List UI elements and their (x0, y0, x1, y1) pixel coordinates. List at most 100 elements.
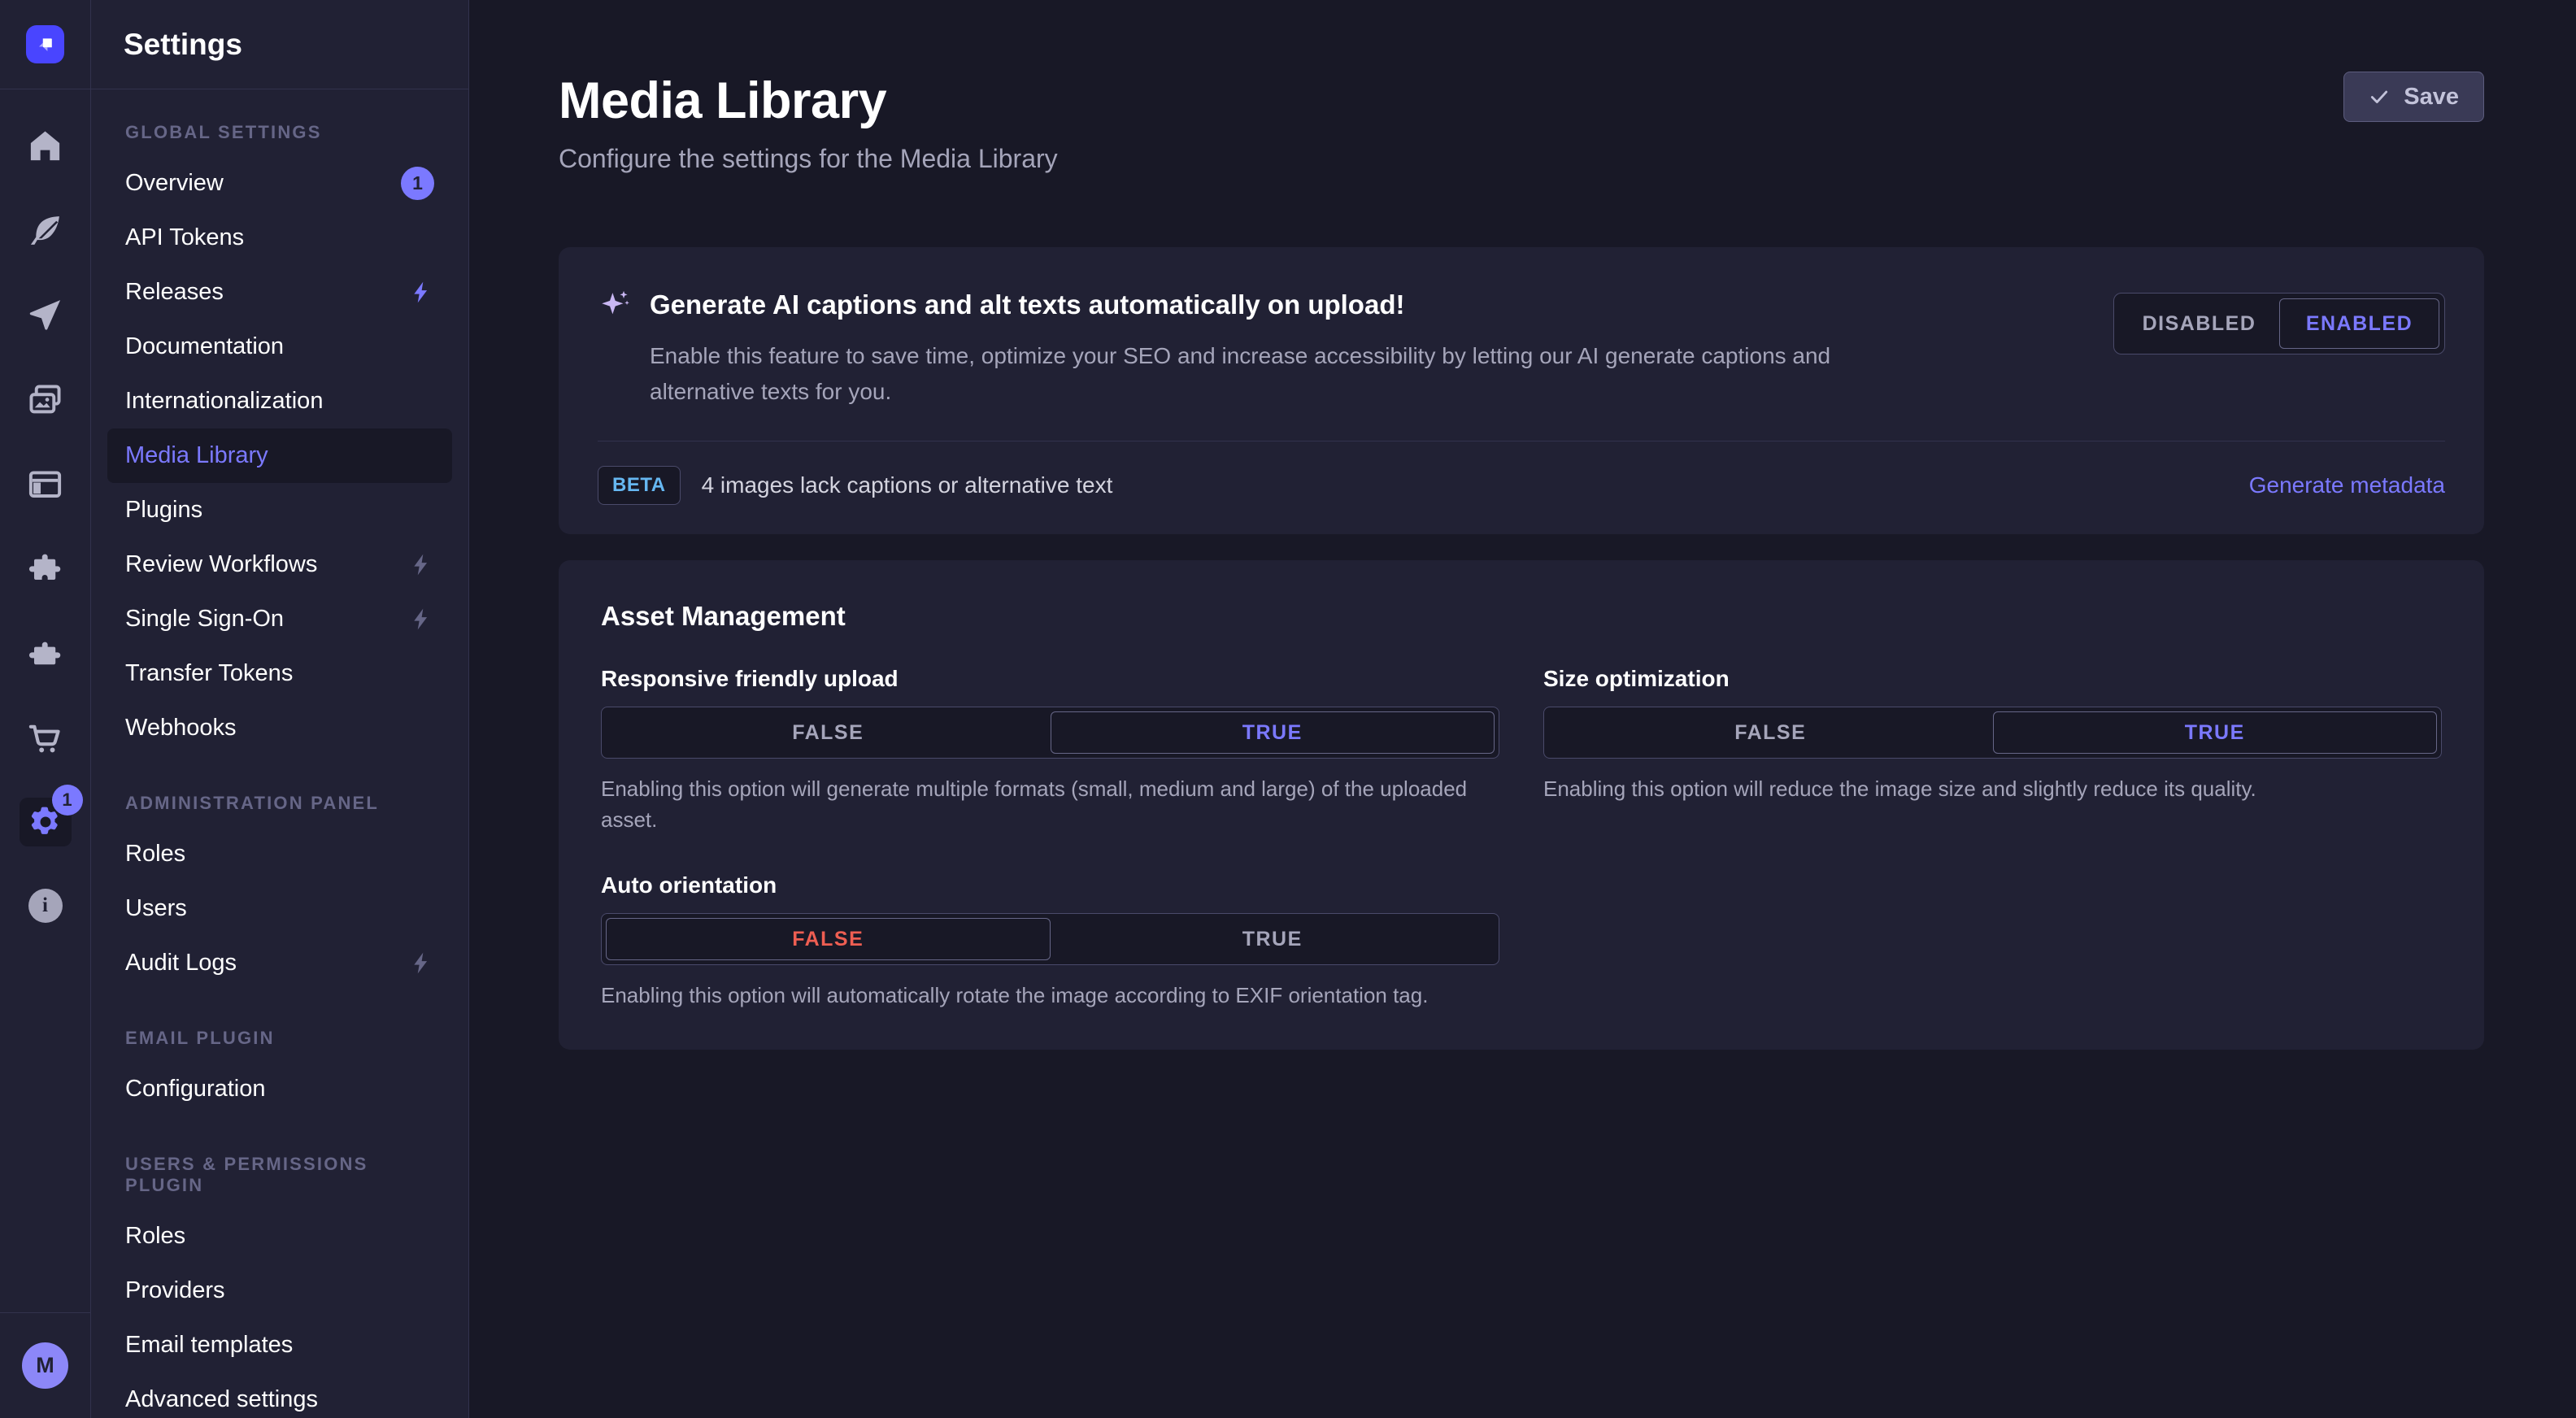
sidebar-item-review-workflows[interactable]: Review Workflows (107, 537, 452, 592)
sidebar-item-label: Releases (125, 279, 224, 306)
auto-orientation-option-true[interactable]: TRUE (1051, 918, 1495, 960)
sidebar-item-label: Review Workflows (125, 551, 317, 578)
sidebar-item-media-library[interactable]: Media Library (107, 428, 452, 483)
sidebar-item-roles[interactable]: Roles (107, 827, 452, 881)
generate-metadata-link[interactable]: Generate metadata (2249, 472, 2445, 498)
sidebar-item-api-tokens[interactable]: API Tokens (107, 211, 452, 265)
page-subtitle: Configure the settings for the Media Lib… (559, 144, 1058, 174)
sparkles-icon (598, 288, 632, 322)
info-icon[interactable]: i (28, 889, 63, 923)
sidebar-item-label: Single Sign-On (125, 606, 284, 633)
nav-section-global-settings: GLOBAL SETTINGS Overview 1 API Tokens Releas… (107, 122, 452, 755)
cart-icon (26, 719, 64, 757)
sidebar-item-label: Internationalization (125, 388, 323, 415)
sidebar-item-users[interactable]: Users (107, 881, 452, 936)
bolt-icon (409, 607, 434, 632)
banner-description: Enable this feature to save time, optimi… (650, 338, 1845, 410)
bolt-icon (409, 552, 434, 577)
asset-management-fields: Responsive friendly uploadFALSETRUEEnabl… (601, 666, 2442, 1011)
lightning-icon-wrap (409, 950, 434, 976)
ai-captions-option-enabled[interactable]: ENABLED (2279, 298, 2439, 349)
sidebar-item-label: Overview (125, 170, 224, 197)
rail-item-marketplace[interactable] (26, 634, 64, 672)
beta-badge: BETA (598, 466, 681, 505)
rail-item-home[interactable] (26, 127, 64, 165)
field-label: Auto orientation (601, 872, 1499, 898)
sidebar-item-configuration[interactable]: Configuration (107, 1062, 452, 1116)
field-hint: Enabling this option will generate multi… (601, 773, 1499, 835)
sidebar-item-audit-logs[interactable]: Audit Logs (107, 936, 452, 990)
field-responsive-friendly-upload: Responsive friendly uploadFALSETRUEEnabl… (601, 666, 1499, 835)
save-button[interactable]: Save (2343, 72, 2484, 122)
ai-captions-banner: Generate AI captions and alt texts autom… (559, 247, 2484, 534)
nav-section-administration-panel: ADMINISTRATION PANEL Roles UsersAudit Logs (107, 793, 452, 990)
banner-title: Generate AI captions and alt texts autom… (650, 289, 1404, 320)
section-label: EMAIL PLUGIN (107, 1028, 452, 1049)
user-avatar[interactable]: M (22, 1342, 68, 1389)
marketplace-icon (26, 634, 64, 672)
notification-badge: 1 (401, 167, 434, 200)
sidebar-item-releases[interactable]: Releases (107, 265, 452, 320)
ai-captions-toggle: DISABLEDENABLED (2113, 293, 2445, 354)
sidebar-item-advanced-settings[interactable]: Advanced settings (107, 1372, 452, 1418)
sidebar-item-label: Roles (125, 1223, 185, 1250)
page-title: Media Library (559, 72, 1058, 130)
settings-sidebar: Settings GLOBAL SETTINGS Overview 1 API Tok… (91, 0, 469, 1418)
section-label: ADMINISTRATION PANEL (107, 793, 452, 814)
save-button-label: Save (2404, 84, 2459, 111)
sidebar-item-transfer-tokens[interactable]: Transfer Tokens (107, 646, 452, 701)
sidebar-item-label: Advanced settings (125, 1386, 318, 1413)
sidebar-item-settings-gear[interactable]: 1 (20, 798, 72, 846)
sidebar-item-roles[interactable]: Roles (107, 1209, 452, 1264)
item-count-badge: 1 (401, 167, 434, 200)
sidebar-item-label: Roles (125, 841, 185, 868)
strapi-logo-icon (35, 34, 56, 55)
rail-item-cart[interactable] (26, 719, 64, 757)
size-optimization-option-false[interactable]: FALSE (1548, 711, 1993, 754)
sidebar-item-email-templates[interactable]: Email templates (107, 1318, 452, 1372)
settings-nav: GLOBAL SETTINGS Overview 1 API Tokens Releas… (91, 89, 468, 1418)
sidebar-title: Settings (91, 0, 468, 89)
asset-management-title: Asset Management (601, 601, 2442, 632)
field-hint: Enabling this option will reduce the ima… (1543, 773, 2442, 804)
section-label: GLOBAL SETTINGS (107, 122, 452, 143)
responsive-friendly-upload-option-false[interactable]: FALSE (606, 711, 1051, 754)
check-icon (2369, 86, 2390, 107)
sidebar-item-overview[interactable]: Overview 1 (107, 156, 452, 211)
puzzle-icon (26, 550, 64, 588)
sidebar-item-documentation[interactable]: Documentation (107, 320, 452, 374)
strapi-logo[interactable] (26, 25, 64, 63)
sidebar-item-single-sign-on[interactable]: Single Sign-On (107, 592, 452, 646)
rail-item-feather[interactable] (26, 211, 64, 250)
sidebar-item-plugins[interactable]: Plugins (107, 483, 452, 537)
lightning-icon-wrap (409, 607, 434, 632)
size-optimization-toggle: FALSETRUE (1543, 707, 2442, 759)
sidebar-item-label: Webhooks (125, 715, 237, 742)
field-hint: Enabling this option will automatically … (601, 980, 1499, 1011)
sidebar-item-label: Providers (125, 1277, 225, 1304)
responsive-friendly-upload-option-true[interactable]: TRUE (1051, 711, 1495, 754)
nav-section-users-permissions-plugin: USERS & PERMISSIONS PLUGINRolesProviders… (107, 1154, 452, 1418)
auto-orientation-option-false[interactable]: FALSE (606, 918, 1051, 960)
sidebar-item-internationalization[interactable]: Internationalization (107, 374, 452, 428)
sidebar-item-label: Transfer Tokens (125, 660, 293, 687)
sidebar-item-providers[interactable]: Providers (107, 1264, 452, 1318)
captions-status-text: 4 images lack captions or alternative te… (702, 472, 1113, 498)
layout-icon (26, 465, 64, 503)
rail-item-media[interactable] (26, 381, 64, 419)
size-optimization-option-true[interactable]: TRUE (1993, 711, 2438, 754)
bolt-icon (409, 950, 434, 976)
rail-item-layout[interactable] (26, 465, 64, 503)
rail-item-send[interactable] (26, 296, 64, 334)
sidebar-item-webhooks[interactable]: Webhooks (107, 701, 452, 755)
sidebar-item-label: Plugins (125, 497, 202, 524)
sidebar-item-label: Email templates (125, 1332, 293, 1359)
field-size-optimization: Size optimizationFALSETRUEEnabling this … (1543, 666, 2442, 835)
bolt-icon (409, 280, 434, 305)
rail-item-puzzle[interactable] (26, 550, 64, 588)
send-icon (26, 296, 64, 334)
sidebar-item-label: Configuration (125, 1076, 266, 1103)
rail-bottom: M (0, 1312, 90, 1418)
ai-captions-option-disabled[interactable]: DISABLED (2119, 298, 2279, 349)
sidebar-item-label: API Tokens (125, 224, 244, 251)
